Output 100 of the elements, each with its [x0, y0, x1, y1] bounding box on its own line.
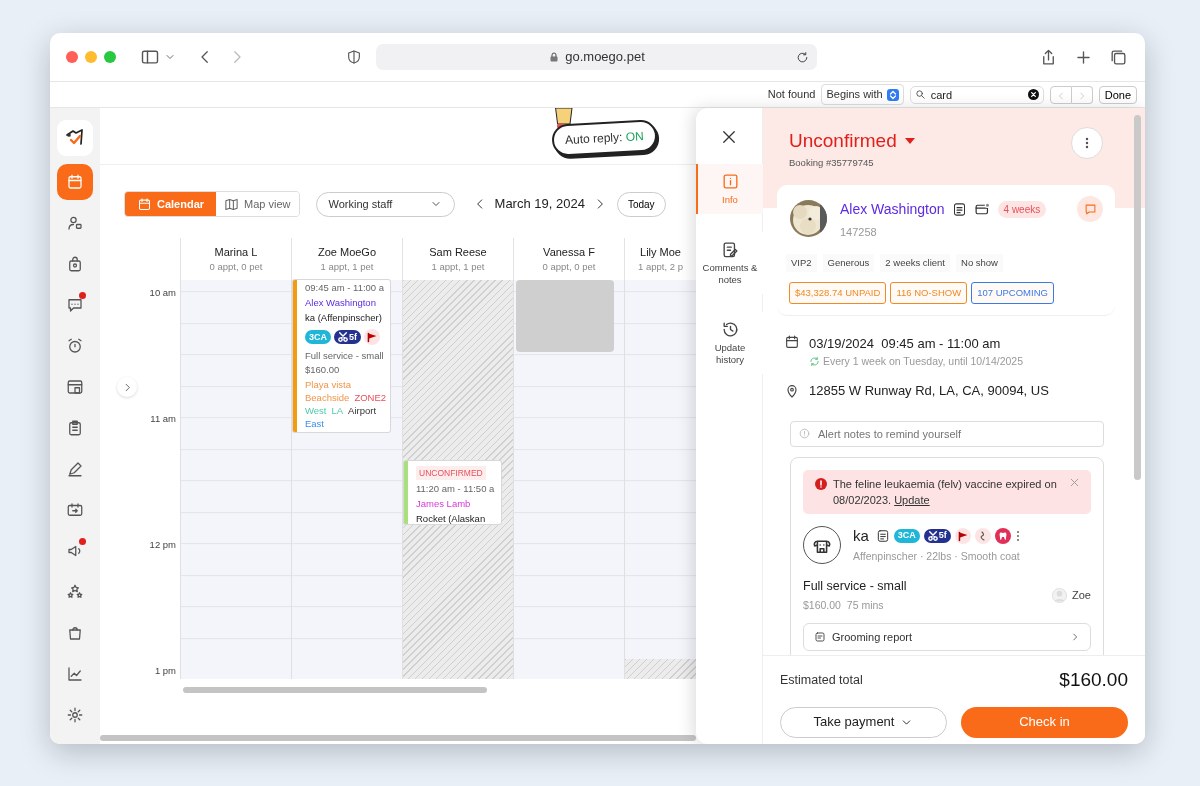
- area-tag: Beachside: [305, 391, 350, 404]
- pin-icon: [784, 383, 800, 399]
- grooming-report-button[interactable]: Grooming report: [803, 622, 1091, 651]
- caret-icon: [904, 138, 915, 145]
- service-name: Full service - small: [803, 578, 907, 595]
- total-label: Estimated total: [780, 671, 863, 689]
- appointment-card[interactable]: UNCONFIRMED 11:20 am - 11:50 a James Lamb Rocket (Alaskan: [404, 460, 501, 524]
- basket-icon: [66, 624, 84, 642]
- repeat-icon: [809, 355, 820, 367]
- address: 12855 W Runway Rd, LA, CA, 90094, US: [809, 382, 1049, 401]
- bag-icon: [66, 255, 84, 273]
- notes-icon: [951, 201, 967, 217]
- zoom-button[interactable]: [104, 51, 116, 63]
- staff-avatar: [1052, 587, 1068, 603]
- pet-name: ka (Affenpinscher): [305, 312, 383, 324]
- info-icon: [720, 172, 740, 191]
- calendar-icon: [66, 173, 84, 191]
- time-label: 1 pm: [154, 663, 176, 678]
- stat-badge: 116 NO-SHOW: [890, 281, 968, 304]
- lock-icon: [548, 51, 561, 63]
- report-icon: [814, 630, 826, 643]
- staff-name: Vanessa F: [543, 244, 595, 260]
- scissors-icon: [927, 531, 938, 541]
- reload-icon: [796, 50, 809, 64]
- close-button[interactable]: [720, 128, 738, 146]
- history-icon: [720, 320, 740, 339]
- total-amount: $160.00: [1059, 668, 1128, 692]
- chat-icon: [66, 296, 84, 314]
- area-tag: ZONE2: [354, 391, 387, 404]
- done-button[interactable]: Done: [1098, 85, 1137, 104]
- staff-summary: 1 appt, 2 p: [638, 260, 683, 275]
- staff-name: Lily Moe: [640, 244, 681, 260]
- stars-icon: [66, 583, 84, 601]
- side-tab[interactable]: Update history: [696, 312, 763, 374]
- tag: 3CA: [305, 330, 331, 344]
- status-dropdown[interactable]: Unconfirmed: [789, 127, 915, 156]
- chart-icon: [66, 665, 84, 683]
- person-icon: [66, 214, 84, 232]
- time-label: 12 pm: [149, 537, 176, 552]
- alert-message: The feline leukaemia (felv) vaccine expired on 08/02/2023. Update: [833, 476, 1058, 508]
- close-icon: [720, 128, 738, 146]
- match-mode-select[interactable]: Begins with: [821, 84, 904, 105]
- booking-number: Booking #35779745: [789, 155, 875, 170]
- flag-icon: [364, 329, 381, 345]
- shield-icon: [346, 49, 362, 65]
- ticket-icon: [66, 501, 84, 519]
- appointment-card[interactable]: 09:45 am - 11:00 a Alex Washington ka (Affenpinscher) 3CA 5f Full service - small $160.00 Playa vista Beachside ZONE2 West LA Airport East: [293, 280, 390, 432]
- url-text: go.moego.pet: [565, 48, 645, 67]
- logo-icon: [57, 120, 93, 156]
- client-tag: No show: [956, 253, 1003, 272]
- pet-name: ka: [853, 525, 869, 546]
- warning-icon: [815, 477, 827, 490]
- pet-name: Rocket (Alaskan: [416, 512, 487, 524]
- staff-summary: 1 appt, 1 pet: [320, 260, 374, 275]
- map-icon: [224, 196, 240, 212]
- stepper-icon: [886, 88, 899, 101]
- tabs-icon: [1109, 47, 1128, 67]
- address-bar[interactable]: go.moego.pet: [376, 44, 817, 70]
- staff-dropdown[interactable]: Working staff: [315, 191, 455, 217]
- take-payment-button[interactable]: Take payment: [780, 706, 947, 738]
- staff-name: Marina L: [214, 244, 258, 260]
- message-button[interactable]: [1077, 196, 1103, 222]
- appointment-time: 09:45 am - 11:00 a: [305, 282, 386, 294]
- client-name-link[interactable]: Alex Washington: [840, 198, 945, 220]
- service-price: $160.00: [305, 364, 341, 376]
- time-label: 10 am: [149, 285, 176, 300]
- flag-icon: [954, 528, 971, 544]
- chat-icon: [1082, 201, 1098, 217]
- area-tag: Playa vista: [305, 378, 351, 391]
- client-tag: Generous: [822, 253, 875, 272]
- staff-summary: 0 appt, 0 pet: [542, 260, 596, 275]
- client-name: James Lamb: [416, 497, 472, 510]
- update-link[interactable]: Update: [894, 493, 930, 506]
- tag: 5f: [923, 529, 951, 543]
- area-tag: West: [305, 404, 327, 417]
- alert-notes-field[interactable]: Alert notes to remind yourself: [790, 420, 1104, 447]
- service-name: Full service - small: [305, 350, 385, 362]
- date-label: March 19, 2024: [494, 195, 585, 214]
- today-button[interactable]: Today: [616, 191, 666, 217]
- more-icon: [1014, 529, 1021, 543]
- area-tag: LA: [331, 404, 344, 417]
- status-badge: UNCONFIRMED: [416, 465, 486, 480]
- find-field[interactable]: card: [909, 85, 1044, 104]
- chevron-right-icon: [1070, 631, 1080, 642]
- staff-name: Zoe MoeGo: [317, 244, 377, 260]
- auto-reply-badge: Auto reply: ON: [551, 119, 658, 157]
- pen-icon: [66, 460, 84, 478]
- notes-icon: [720, 240, 740, 259]
- time-label: 11 am: [150, 411, 176, 426]
- appointment-datetime: 03/19/2024 09:45 am - 11:00 am: [809, 335, 1002, 353]
- side-tab[interactable]: Comments & notes: [696, 232, 763, 294]
- frequency-badge: 4 weeks: [997, 200, 1047, 218]
- staff-summary: 1 appt, 1 pet: [431, 260, 485, 275]
- pet-details: Affenpinscher · 22lbs · Smooth coat: [853, 549, 1021, 565]
- tag: 5f: [334, 330, 362, 344]
- clipboard-icon: [66, 419, 84, 437]
- store-icon: [66, 378, 84, 396]
- area-tag: East: [305, 417, 324, 430]
- find-status: Not found: [767, 87, 816, 103]
- ribbon-icon: [974, 528, 991, 544]
